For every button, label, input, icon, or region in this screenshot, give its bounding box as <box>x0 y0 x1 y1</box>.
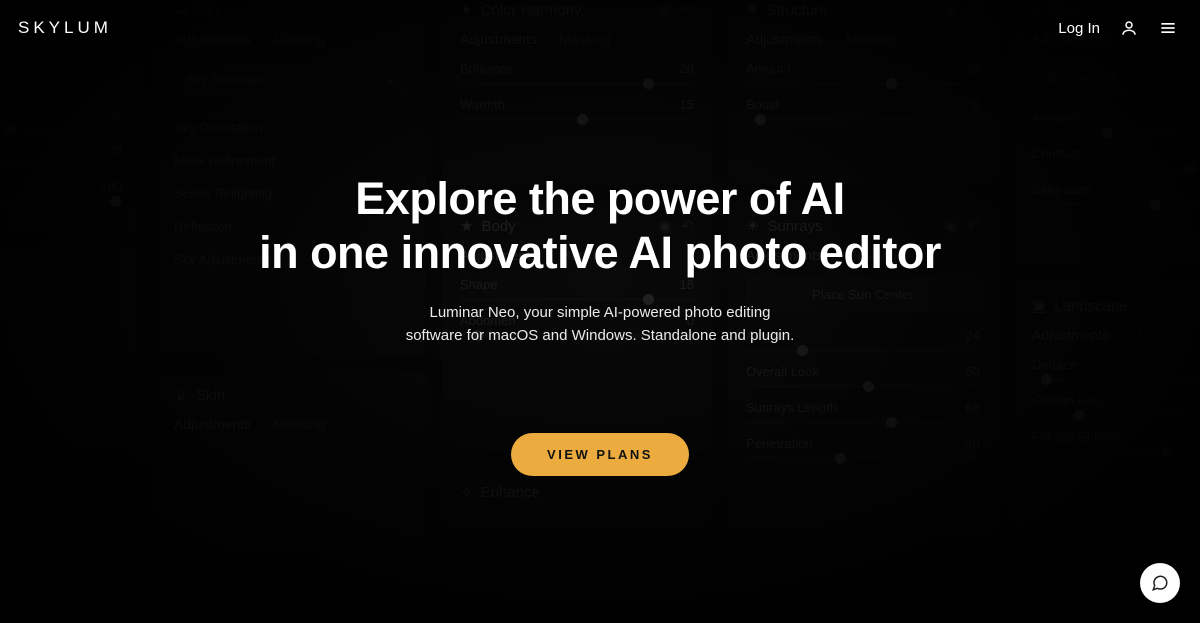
hero-section: Explore the power of AI in one innovativ… <box>0 172 1200 476</box>
user-icon[interactable] <box>1120 19 1138 37</box>
chat-widget-button[interactable] <box>1140 563 1180 603</box>
chat-icon <box>1151 574 1169 592</box>
header-actions: Log In <box>1058 18 1178 38</box>
hero-subtext: Luminar Neo, your simple AI-powered phot… <box>0 302 1200 347</box>
view-plans-button[interactable]: VIEW PLANS <box>511 433 689 476</box>
hamburger-menu-icon[interactable] <box>1158 18 1178 38</box>
hero-heading: Explore the power of AI in one innovativ… <box>0 172 1200 280</box>
brand-logo[interactable]: SKYLUM <box>18 18 112 38</box>
login-link[interactable]: Log In <box>1058 20 1100 37</box>
site-header: SKYLUM Log In <box>0 0 1200 56</box>
